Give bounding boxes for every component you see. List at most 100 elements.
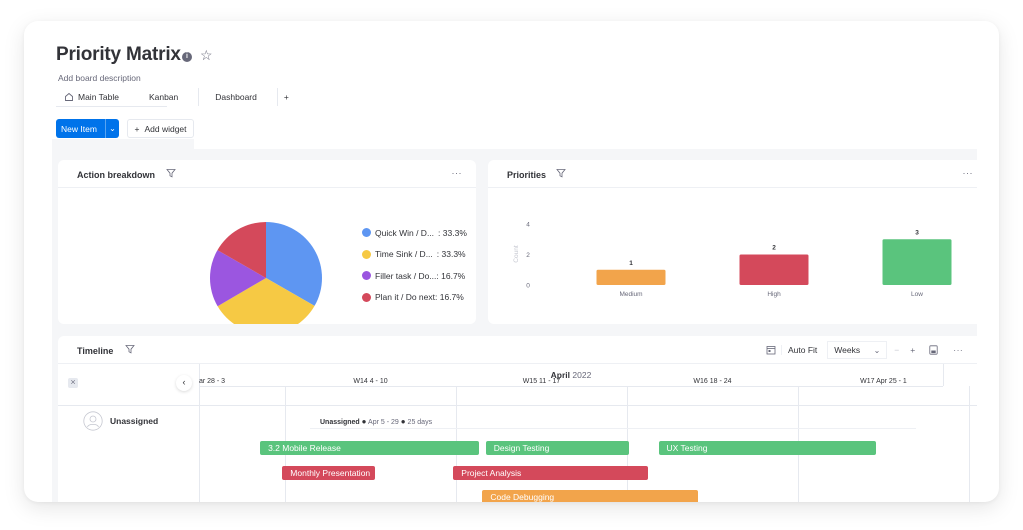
collapse-sidebar-button[interactable]: ‹ bbox=[176, 375, 192, 391]
legend-label: Time Sink / D... bbox=[375, 249, 433, 260]
tab-kanban[interactable]: Kanban bbox=[127, 88, 198, 106]
widget-menu-icon[interactable]: ··· bbox=[953, 345, 963, 355]
week-gridline bbox=[969, 386, 970, 502]
new-item-button[interactable]: New Item ⌄ bbox=[56, 119, 119, 138]
widget-menu-icon[interactable]: ··· bbox=[963, 168, 974, 178]
legend-dot bbox=[362, 271, 371, 281]
scale-select[interactable]: Weeks ⌄ bbox=[827, 341, 888, 359]
bar-high[interactable] bbox=[739, 254, 809, 286]
board-description-input[interactable]: Add board description bbox=[58, 73, 141, 83]
plus-icon: + bbox=[134, 123, 140, 134]
timeline-body: ⨯ ‹ April 2022 ar 28 - 3 W14 4 - 10 W15 11… bbox=[58, 364, 977, 502]
legend-label: Filler task / Do... bbox=[375, 270, 437, 281]
timeline-item-bar[interactable]: Design Testing bbox=[485, 441, 630, 455]
legend-item: Plan it / Do next : 16.7% bbox=[362, 287, 467, 309]
tab-label: Kanban bbox=[148, 92, 179, 102]
x-tick-label: Medium bbox=[619, 291, 642, 298]
month-divider bbox=[199, 386, 943, 387]
tabs-divider bbox=[56, 106, 167, 107]
legend-dot bbox=[362, 292, 371, 302]
timeline-item-bar[interactable]: 3.2 Mobile Release bbox=[260, 441, 479, 455]
legend-label: Quick Win / D... bbox=[375, 227, 435, 238]
legend-value: : 16.7% bbox=[436, 270, 466, 281]
week-label: W14 4 - 10 bbox=[353, 378, 388, 385]
new-item-label: New Item bbox=[61, 123, 97, 134]
avatar-icon bbox=[83, 411, 103, 431]
star-icon[interactable]: ☆ bbox=[200, 48, 213, 62]
legend-item: Time Sink / D... : 33.3% bbox=[362, 244, 467, 266]
week-label: W15 11 - 17 bbox=[522, 378, 561, 385]
tab-dashboard[interactable]: Dashboard bbox=[198, 88, 277, 106]
export-icon[interactable] bbox=[929, 345, 938, 355]
chevron-down-icon[interactable]: ⌄ bbox=[105, 119, 119, 138]
x-tick-label: Low bbox=[911, 291, 923, 298]
y-tick-label: 0 bbox=[526, 283, 530, 290]
plus-icon: + bbox=[283, 92, 289, 102]
y-axis-label: Count bbox=[513, 245, 520, 263]
zoom-out-button[interactable]: − bbox=[894, 345, 899, 355]
info-icon[interactable]: i bbox=[182, 52, 192, 62]
collapse-all-icon[interactable]: ⨯ bbox=[68, 378, 78, 388]
timeline-item-bar[interactable]: Monthly Presentation bbox=[282, 465, 375, 480]
home-icon bbox=[65, 92, 73, 101]
widget-title: Action breakdown bbox=[77, 170, 156, 180]
board-title[interactable]: Priority Matrix bbox=[56, 44, 181, 66]
zoom-in-button[interactable]: + bbox=[910, 345, 915, 355]
timeline-item-bar[interactable]: Code Debugging bbox=[482, 490, 698, 502]
filter-icon[interactable] bbox=[125, 344, 135, 354]
filter-icon[interactable] bbox=[166, 168, 176, 178]
action-breakdown-widget: Action breakdown ··· Quick Win / D... : … bbox=[58, 160, 476, 324]
widget-header: Timeline Auto Fit Weeks ⌄ − + ··· bbox=[58, 336, 977, 364]
tab-main-table[interactable]: Main Table bbox=[56, 88, 127, 106]
legend-label: Plan it / Do next bbox=[375, 292, 436, 303]
bar-chart: 0 2 4 Count 1 Medium 2 High 3 Low bbox=[513, 222, 952, 298]
filter-icon[interactable] bbox=[556, 168, 566, 178]
bar-value-label: 3 bbox=[915, 229, 919, 236]
group-summary-duration: 25 days bbox=[407, 419, 433, 426]
tab-label: Dashboard bbox=[215, 92, 257, 102]
dashboard-area-top bbox=[52, 139, 194, 159]
y-tick-label: 2 bbox=[526, 252, 530, 259]
legend-item: Quick Win / D... : 33.3% bbox=[362, 222, 467, 244]
timeline-item-bar[interactable]: Project Analysis bbox=[453, 465, 649, 480]
add-view-button[interactable]: + bbox=[276, 88, 297, 106]
widget-header: Action breakdown ··· bbox=[58, 160, 476, 188]
dot-icon: ● bbox=[361, 417, 367, 426]
widget-title: Priorities bbox=[507, 170, 547, 180]
pie-legend: Quick Win / D... : 33.3% Time Sink / D..… bbox=[362, 222, 467, 308]
group-name[interactable]: Unassigned bbox=[110, 416, 158, 426]
pie-chart bbox=[209, 222, 322, 324]
calendar-icon[interactable] bbox=[766, 345, 776, 355]
widget-menu-icon[interactable]: ··· bbox=[452, 168, 463, 178]
bar-medium[interactable] bbox=[596, 269, 666, 285]
x-tick-label: High bbox=[767, 291, 781, 298]
legend-dot bbox=[362, 249, 371, 259]
header-divider bbox=[58, 405, 977, 406]
add-widget-button[interactable]: + Add widget bbox=[127, 119, 194, 138]
chevron-down-icon: ⌄ bbox=[873, 345, 881, 355]
week-label: ar 28 - 3 bbox=[199, 378, 226, 385]
timeline-toolbar: Auto Fit Weeks ⌄ − + ··· bbox=[766, 341, 963, 359]
widget-title: Timeline bbox=[77, 346, 114, 356]
group-underline bbox=[310, 428, 916, 429]
legend-item: Filler task / Do... : 16.7% bbox=[362, 265, 467, 287]
widget-header: Priorities ··· bbox=[488, 160, 977, 188]
bar-value-label: 1 bbox=[629, 260, 633, 267]
scale-select-value: Weeks bbox=[834, 345, 861, 355]
week-label: W17 Apr 25 - 1 bbox=[860, 378, 907, 385]
group-summary: Unassigned ● Apr 5 - 29 ● 25 days bbox=[320, 417, 432, 426]
timeline-widget: Timeline Auto Fit Weeks ⌄ − + ··· ⨯ ‹ Ap… bbox=[58, 336, 977, 502]
view-tabs: Main Table Kanban Dashboard + bbox=[56, 88, 297, 106]
group-summary-name: Unassigned bbox=[320, 419, 360, 426]
legend-value: : 16.7% bbox=[435, 292, 464, 303]
bar-low[interactable] bbox=[882, 239, 952, 285]
week-label: W16 18 - 24 bbox=[693, 378, 732, 385]
group-summary-dates: Apr 5 - 29 bbox=[368, 419, 399, 426]
timeline-item-bar[interactable]: UX Testing bbox=[658, 441, 876, 455]
legend-value: : 33.3% bbox=[438, 227, 467, 238]
priorities-widget: Priorities ··· 0 2 4 Count 1 Medium 2 High 3 Low bbox=[488, 160, 977, 324]
auto-fit-button[interactable]: Auto Fit bbox=[781, 345, 823, 355]
board-window: Priority Matrix i ☆ Add board descriptio… bbox=[24, 21, 999, 502]
legend-dot bbox=[362, 228, 371, 238]
legend-value: : 33.3% bbox=[436, 249, 466, 260]
